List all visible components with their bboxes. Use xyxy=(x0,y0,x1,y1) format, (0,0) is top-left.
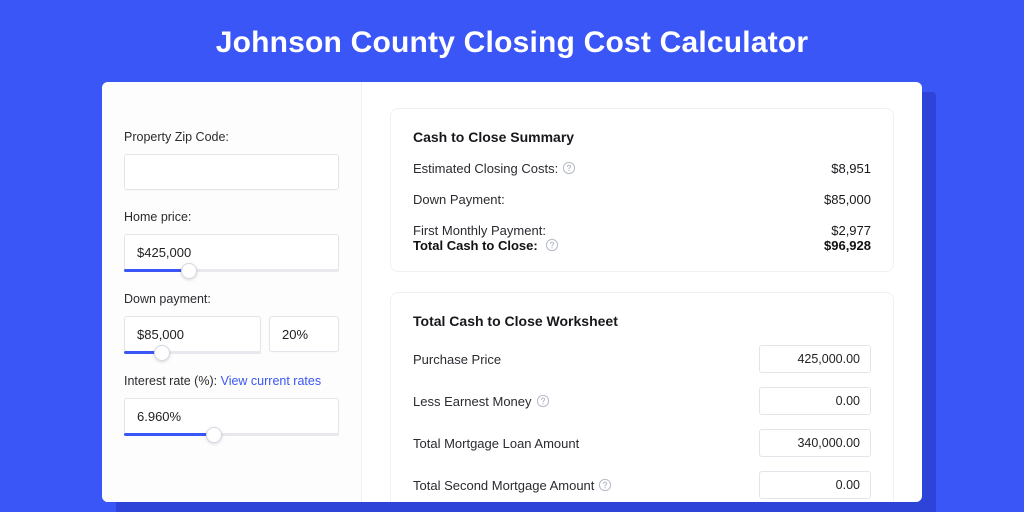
page-title: Johnson County Closing Cost Calculator xyxy=(216,26,809,60)
summary-total-value: $96,928 xyxy=(824,238,871,253)
summary-row-label: Down Payment: xyxy=(413,192,505,207)
summary-row: Estimated Closing Costs: $8,951 xyxy=(413,161,871,176)
zip-field-group: Property Zip Code: xyxy=(124,130,339,190)
worksheet-row-input[interactable] xyxy=(759,345,871,373)
worksheet-panel: Total Cash to Close Worksheet Purchase P… xyxy=(390,292,894,502)
summary-row-value: $85,000 xyxy=(824,192,871,207)
worksheet-row: Less Earnest Money xyxy=(413,387,871,415)
worksheet-row-label: Purchase Price xyxy=(413,352,501,367)
home-price-input[interactable] xyxy=(124,234,339,270)
down-payment-slider[interactable] xyxy=(124,351,261,354)
summary-heading: Cash to Close Summary xyxy=(413,129,871,145)
worksheet-row: Total Second Mortgage Amount xyxy=(413,471,871,499)
help-icon[interactable] xyxy=(562,161,576,175)
worksheet-row: Total Mortgage Loan Amount xyxy=(413,429,871,457)
worksheet-row-input[interactable] xyxy=(759,387,871,415)
interest-rate-slider[interactable] xyxy=(124,433,339,436)
calculator-card: Property Zip Code: Home price: Down paym… xyxy=(102,82,922,502)
down-payment-input[interactable] xyxy=(124,316,261,352)
interest-rate-label: Interest rate (%): View current rates xyxy=(124,374,339,388)
home-price-slider-fill xyxy=(124,269,189,272)
home-price-slider-thumb[interactable] xyxy=(181,263,197,279)
worksheet-heading: Total Cash to Close Worksheet xyxy=(413,313,871,329)
interest-rate-slider-fill xyxy=(124,433,214,436)
inputs-panel: Property Zip Code: Home price: Down paym… xyxy=(102,82,362,502)
down-payment-pct-input[interactable] xyxy=(269,316,339,352)
help-icon[interactable] xyxy=(598,478,612,492)
summary-row-label: First Monthly Payment: xyxy=(413,223,546,238)
view-rates-link[interactable]: View current rates xyxy=(221,374,322,388)
worksheet-row-label: Total Mortgage Loan Amount xyxy=(413,436,579,451)
summary-row-label: Estimated Closing Costs: xyxy=(413,161,576,176)
zip-label: Property Zip Code: xyxy=(124,130,339,144)
help-icon[interactable] xyxy=(536,394,550,408)
summary-row-value: $8,951 xyxy=(831,161,871,176)
home-price-group: Home price: xyxy=(124,210,339,272)
down-payment-group: Down payment: xyxy=(124,292,339,354)
interest-rate-slider-thumb[interactable] xyxy=(206,427,222,443)
summary-row: Down Payment: $85,000 xyxy=(413,192,871,207)
down-payment-label: Down payment: xyxy=(124,292,339,306)
card-shadow: Property Zip Code: Home price: Down paym… xyxy=(102,82,922,502)
summary-row-value: $2,977 xyxy=(831,223,871,238)
summary-total-row: Total Cash to Close: $96,928 xyxy=(413,238,871,253)
help-icon[interactable] xyxy=(545,238,559,252)
worksheet-row: Purchase Price xyxy=(413,345,871,373)
down-payment-slider-thumb[interactable] xyxy=(154,345,170,361)
interest-rate-label-text: Interest rate (%): xyxy=(124,374,217,388)
worksheet-row-label: Less Earnest Money xyxy=(413,394,550,409)
summary-row: First Monthly Payment: $2,977 xyxy=(413,223,871,238)
results-panel: Cash to Close Summary Estimated Closing … xyxy=(362,82,922,502)
summary-total-label: Total Cash to Close: xyxy=(413,238,559,253)
interest-rate-group: Interest rate (%): View current rates xyxy=(124,374,339,436)
home-price-label: Home price: xyxy=(124,210,339,224)
summary-panel: Cash to Close Summary Estimated Closing … xyxy=(390,108,894,272)
interest-rate-input[interactable] xyxy=(124,398,339,434)
worksheet-row-input[interactable] xyxy=(759,471,871,499)
worksheet-row-label: Total Second Mortgage Amount xyxy=(413,478,612,493)
worksheet-row-input[interactable] xyxy=(759,429,871,457)
zip-input[interactable] xyxy=(124,154,339,190)
home-price-slider[interactable] xyxy=(124,269,339,272)
